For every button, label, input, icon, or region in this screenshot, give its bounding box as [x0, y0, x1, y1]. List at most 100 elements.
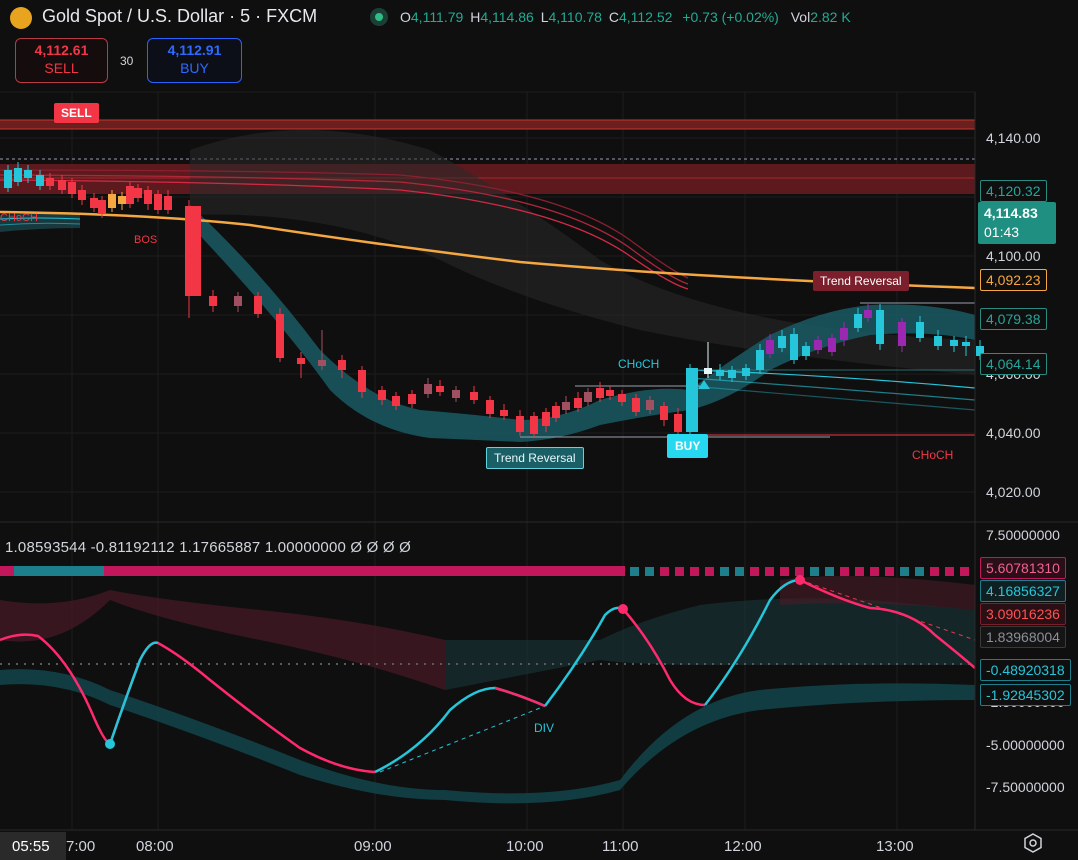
signal-strip-square [750, 567, 759, 576]
indicator-tag-e: -0.48920318 [980, 659, 1071, 681]
indicator-tag-c: 3.09016236 [980, 603, 1066, 625]
candle-body [660, 406, 668, 420]
candle-body [606, 390, 614, 396]
bos-label: BOS [134, 234, 158, 246]
signal-strip-square [645, 567, 654, 576]
candle-body [108, 194, 116, 208]
candle-body [470, 392, 478, 400]
candle-body [916, 322, 924, 338]
candle-body [962, 342, 970, 346]
market-open-dot-icon [370, 8, 388, 26]
signal-strip-square [825, 567, 834, 576]
candle-body [297, 358, 305, 364]
sell-button[interactable]: 4,112.61 SELL [15, 38, 108, 83]
signal-strip-square [424, 567, 433, 576]
candle-body [802, 346, 810, 356]
sell-signal-label: SELL [54, 103, 99, 123]
signal-strip-square [248, 567, 257, 576]
trend-reversal-label-2: Trend Reversal [813, 271, 909, 291]
candle-body [358, 370, 366, 392]
signal-strip-square [160, 567, 169, 576]
candle-body [58, 180, 66, 190]
time-tick: 09:00 [354, 838, 392, 855]
candle-body [254, 296, 262, 314]
candle-body [516, 416, 524, 432]
high-key: H [470, 9, 481, 25]
indicator-tick: -5.00000000 [986, 737, 1065, 753]
trend-reversal-label-1: Trend Reversal [486, 447, 584, 469]
candle-body [98, 200, 106, 214]
signal-strip-square [705, 567, 714, 576]
candle-body [686, 368, 698, 432]
signal-strip-square [765, 567, 774, 576]
time-tick: 7:00 [66, 838, 96, 855]
signal-strip-square [380, 567, 389, 576]
spread-value: 30 [120, 54, 134, 68]
buy-price: 4,112.91 [167, 42, 222, 58]
signal-strip-square [675, 567, 684, 576]
signal-strip-square [402, 567, 411, 576]
candle-body [778, 336, 786, 348]
candle-body [68, 182, 76, 194]
time-tick: 08:00 [136, 838, 174, 855]
candle-body [898, 322, 906, 346]
signal-strip-square [630, 567, 639, 576]
ohlc-values: O4,111.79 H4,114.86 L4,110.78 C4,112.52 … [400, 9, 851, 25]
candle-body [934, 336, 942, 346]
candle-body [408, 394, 416, 404]
price-tag-4064: 4,064.14 [980, 353, 1047, 375]
crosshair-time: 05:55 [12, 838, 50, 855]
signal-strip-square [885, 567, 894, 576]
signal-strip-square [855, 567, 864, 576]
candle-body [574, 398, 582, 408]
symbol-title[interactable]: Gold Spot / U.S. Dollar · 5 · FXCM [42, 6, 317, 27]
candle-body [790, 334, 798, 360]
signal-strip-square [915, 567, 924, 576]
candle-body [486, 400, 494, 414]
candle-body [424, 384, 432, 394]
price-tag-4079: 4,079.38 [980, 308, 1047, 330]
indicator-tag-f: -1.92845302 [980, 684, 1071, 706]
signal-strip-square [690, 567, 699, 576]
candle-body [392, 396, 400, 406]
candle-body [646, 400, 654, 410]
chart-header: Gold Spot / U.S. Dollar · 5 · FXCM O4,11… [0, 0, 1078, 34]
indicator-tag-b: 4.16856327 [980, 580, 1066, 602]
price-tick: 4,100.00 [986, 248, 1041, 264]
signal-strip-square [292, 567, 301, 576]
choch-label-mid: CHoCH [618, 357, 660, 371]
signal-strip-square [358, 567, 367, 576]
candle-body [4, 170, 12, 188]
buy-label: BUY [180, 60, 209, 76]
signal-strip-square [182, 567, 191, 576]
signal-strip-square [270, 567, 279, 576]
buy-button[interactable]: 4,112.91 BUY [147, 38, 242, 83]
time-tick: 11:00 [602, 838, 639, 855]
indicator-tag-a: 5.60781310 [980, 557, 1066, 579]
price-tick: 4,140.00 [986, 130, 1041, 146]
candle-body [126, 186, 134, 204]
signal-strip-square [930, 567, 939, 576]
candle-body [164, 196, 172, 210]
indicator-values: 1.08593544 -0.81192112 1.17665887 1.0000… [5, 539, 412, 556]
current-price-tag: 4,114.83 01:43 [978, 202, 1056, 244]
candle-body [584, 392, 592, 402]
signal-strip-square [336, 567, 345, 576]
candle-body [144, 190, 152, 204]
open-key: O [400, 9, 411, 25]
ma-price-tag: 4,092.23 [980, 269, 1047, 291]
candle-body [704, 368, 712, 374]
bar-countdown: 01:43 [984, 224, 1020, 240]
time-tick: 10:00 [506, 838, 544, 855]
open-value: 4,111.79 [410, 9, 464, 25]
settings-gear-icon[interactable] [1022, 832, 1044, 854]
candle-body [674, 414, 682, 432]
choch-label-right: CHoCH [912, 448, 954, 462]
candle-body [209, 296, 217, 306]
candle-body [562, 402, 570, 410]
signal-strip-square [840, 567, 849, 576]
candle-body [530, 416, 538, 434]
candle-body [378, 390, 386, 400]
indicator-tick: 7.50000000 [986, 527, 1060, 543]
price-tag-4120: 4,120.32 [980, 180, 1047, 202]
